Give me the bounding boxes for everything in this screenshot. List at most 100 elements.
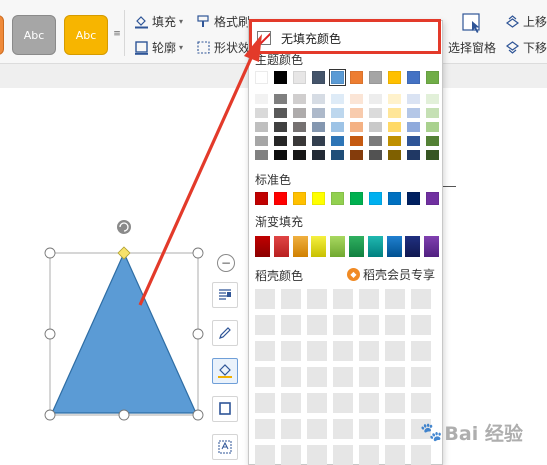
- theme-color-swatch[interactable]: [255, 71, 268, 84]
- gradient-swatch[interactable]: [424, 236, 440, 257]
- gradient-swatch[interactable]: [273, 236, 289, 257]
- theme-color-swatch[interactable]: [407, 71, 420, 84]
- collapse-icon[interactable]: −: [217, 254, 235, 272]
- theme-shade-swatch[interactable]: [350, 122, 363, 132]
- theme-color-swatch[interactable]: [350, 71, 363, 84]
- dake-color-swatch[interactable]: [359, 341, 379, 361]
- theme-shade-swatch[interactable]: [369, 94, 382, 104]
- shape-style-gray[interactable]: Abc: [12, 15, 56, 55]
- send-backward-button[interactable]: 下移: [505, 38, 547, 56]
- dake-color-swatch[interactable]: [281, 367, 301, 387]
- layout-options-button[interactable]: [212, 282, 238, 308]
- bring-forward-button[interactable]: 上移: [505, 12, 547, 30]
- dake-color-swatch[interactable]: [307, 445, 327, 465]
- shape-effect-button[interactable]: 形状效: [196, 38, 250, 56]
- dake-color-swatch[interactable]: [307, 315, 327, 335]
- theme-shade-swatch[interactable]: [255, 94, 268, 104]
- theme-shade-swatch[interactable]: [331, 150, 344, 160]
- dake-color-swatch[interactable]: [307, 367, 327, 387]
- side-outline-button[interactable]: [212, 396, 238, 422]
- theme-color-swatch[interactable]: [388, 71, 401, 84]
- theme-color-swatch[interactable]: [274, 71, 287, 84]
- theme-shade-swatch[interactable]: [293, 108, 306, 118]
- adjust-handle[interactable]: [117, 246, 131, 260]
- shape-edit-button[interactable]: [212, 320, 238, 346]
- gradient-swatch[interactable]: [255, 236, 270, 257]
- standard-color-swatch[interactable]: [255, 192, 268, 205]
- gradient-swatch[interactable]: [405, 236, 421, 257]
- dake-color-swatch[interactable]: [281, 393, 301, 413]
- standard-color-swatch[interactable]: [312, 192, 325, 205]
- dake-color-swatch[interactable]: [411, 341, 431, 361]
- dake-color-swatch[interactable]: [359, 393, 379, 413]
- theme-shade-swatch[interactable]: [388, 136, 401, 146]
- theme-shade-swatch[interactable]: [293, 122, 306, 132]
- dake-color-swatch[interactable]: [385, 367, 405, 387]
- gradient-swatch[interactable]: [311, 236, 327, 257]
- standard-color-swatch[interactable]: [293, 192, 306, 205]
- dake-color-swatch[interactable]: [333, 315, 353, 335]
- gallery-more-icon[interactable]: ≡: [112, 26, 122, 42]
- theme-shade-swatch[interactable]: [369, 150, 382, 160]
- theme-shade-swatch[interactable]: [426, 108, 439, 118]
- selection-pane-icon[interactable]: [461, 12, 483, 34]
- dake-color-swatch[interactable]: [333, 419, 353, 439]
- theme-shade-swatch[interactable]: [274, 94, 287, 104]
- theme-shade-swatch[interactable]: [350, 94, 363, 104]
- dake-color-swatch[interactable]: [255, 367, 275, 387]
- side-fill-button[interactable]: [212, 358, 238, 384]
- theme-shade-swatch[interactable]: [388, 108, 401, 118]
- theme-shade-swatch[interactable]: [407, 122, 420, 132]
- dake-color-swatch[interactable]: [307, 393, 327, 413]
- theme-shade-swatch[interactable]: [255, 122, 268, 132]
- theme-color-swatch[interactable]: [369, 71, 382, 84]
- theme-shade-swatch[interactable]: [331, 108, 344, 118]
- dake-color-swatch[interactable]: [359, 289, 379, 309]
- theme-shade-swatch[interactable]: [255, 136, 268, 146]
- rotate-handle-icon[interactable]: [117, 220, 131, 234]
- dake-color-swatch[interactable]: [411, 367, 431, 387]
- triangle-fill[interactable]: [51, 251, 197, 414]
- dake-color-swatch[interactable]: [411, 289, 431, 309]
- theme-shade-swatch[interactable]: [331, 94, 344, 104]
- dake-color-swatch[interactable]: [281, 315, 301, 335]
- dake-color-swatch[interactable]: [333, 445, 353, 465]
- theme-color-swatch[interactable]: [329, 69, 346, 86]
- theme-shade-swatch[interactable]: [274, 108, 287, 118]
- dake-color-swatch[interactable]: [281, 341, 301, 361]
- dake-color-swatch[interactable]: [307, 419, 327, 439]
- theme-shade-swatch[interactable]: [331, 136, 344, 146]
- shape-style-yellow[interactable]: Abc: [64, 15, 108, 55]
- theme-shade-swatch[interactable]: [426, 136, 439, 146]
- fill-button[interactable]: 填充 ▾: [134, 12, 183, 30]
- dake-member-badge[interactable]: ◆ 稻壳会员专享: [347, 266, 435, 283]
- theme-shade-swatch[interactable]: [255, 150, 268, 160]
- dake-color-swatch[interactable]: [411, 393, 431, 413]
- theme-shade-swatch[interactable]: [426, 150, 439, 160]
- standard-color-swatch[interactable]: [407, 192, 420, 205]
- dake-color-swatch[interactable]: [385, 315, 405, 335]
- theme-shade-swatch[interactable]: [350, 150, 363, 160]
- theme-color-swatch[interactable]: [293, 71, 306, 84]
- dake-color-swatch[interactable]: [281, 445, 301, 465]
- theme-shade-swatch[interactable]: [312, 94, 325, 104]
- theme-shade-swatch[interactable]: [407, 108, 420, 118]
- theme-shade-swatch[interactable]: [426, 122, 439, 132]
- theme-shade-swatch[interactable]: [293, 150, 306, 160]
- theme-shade-swatch[interactable]: [350, 108, 363, 118]
- standard-color-swatch[interactable]: [274, 192, 287, 205]
- dake-color-swatch[interactable]: [359, 445, 379, 465]
- dake-color-swatch[interactable]: [255, 445, 275, 465]
- dake-color-swatch[interactable]: [333, 393, 353, 413]
- theme-color-swatch[interactable]: [312, 71, 325, 84]
- theme-shade-swatch[interactable]: [312, 108, 325, 118]
- theme-shade-swatch[interactable]: [312, 136, 325, 146]
- standard-color-swatch[interactable]: [350, 192, 363, 205]
- theme-shade-swatch[interactable]: [312, 122, 325, 132]
- theme-shade-swatch[interactable]: [255, 108, 268, 118]
- theme-shade-swatch[interactable]: [369, 136, 382, 146]
- dake-color-swatch[interactable]: [255, 419, 275, 439]
- theme-shade-swatch[interactable]: [369, 108, 382, 118]
- dake-color-swatch[interactable]: [281, 419, 301, 439]
- dake-color-swatch[interactable]: [255, 393, 275, 413]
